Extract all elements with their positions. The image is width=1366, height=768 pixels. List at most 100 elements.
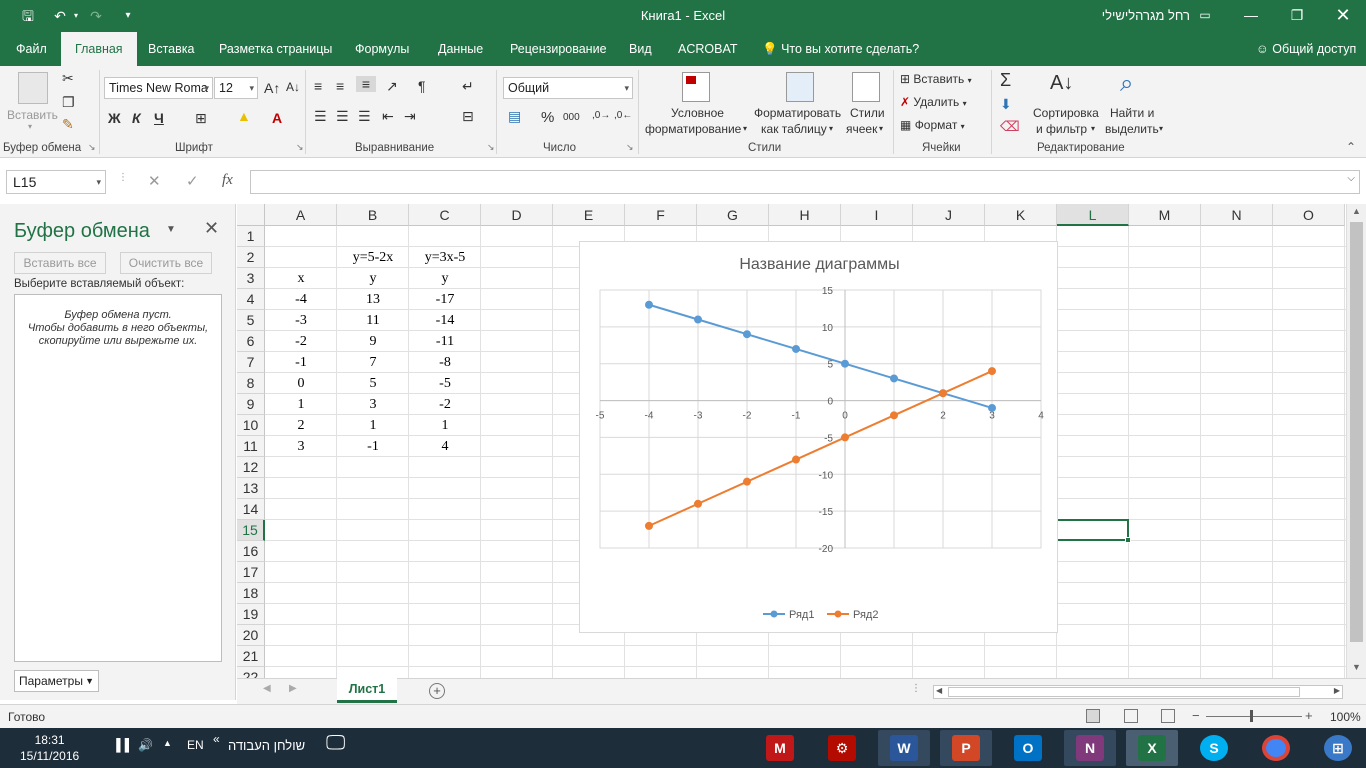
row-header-11[interactable]: 11 — [237, 436, 265, 457]
share-button[interactable]: ☺ Общий доступ — [1256, 32, 1356, 66]
row-header-8[interactable]: 8 — [237, 373, 265, 394]
conditional-formatting-label-2[interactable]: форматирование — [645, 122, 741, 136]
decrease-font-icon[interactable]: A↓ — [286, 80, 300, 94]
row-header-17[interactable]: 17 — [237, 562, 265, 583]
format-painter-icon[interactable]: ✎ — [62, 116, 74, 133]
start-button[interactable]: ⊞ — [1312, 730, 1364, 766]
vertical-scrollbar[interactable]: ▲ ▼ — [1346, 204, 1366, 678]
cell-b11[interactable]: -1 — [337, 436, 409, 457]
row-header-14[interactable]: 14 — [237, 499, 265, 520]
cell-b5[interactable]: 11 — [337, 310, 409, 331]
select-all-corner[interactable] — [237, 204, 265, 226]
zoom-out-icon[interactable]: − — [1192, 708, 1200, 723]
cell-styles-icon[interactable] — [852, 72, 880, 102]
cell-b4[interactable]: 13 — [337, 289, 409, 310]
zoom-slider[interactable] — [1206, 716, 1302, 717]
clear-icon[interactable]: ⌫ — [1000, 118, 1020, 135]
wrap-text-icon[interactable]: ↵ — [462, 78, 474, 95]
desktop-toolbar-label[interactable]: שולחן העבודה — [228, 738, 305, 753]
cell-styles-label-2[interactable]: ячеек — [846, 122, 877, 136]
bold-button[interactable]: Ж — [108, 110, 121, 126]
align-middle-icon[interactable]: ≡ — [336, 78, 344, 94]
column-header-i[interactable]: I — [841, 204, 913, 226]
number-format-select[interactable]: Общий ▾ — [503, 77, 633, 99]
fill-handle[interactable] — [1125, 537, 1131, 543]
align-right-icon[interactable]: ☰ — [358, 108, 371, 125]
decrease-decimal-icon[interactable]: ,0← — [614, 110, 632, 121]
column-header-f[interactable]: F — [625, 204, 697, 226]
sort-filter-icon[interactable]: A↓ — [1050, 72, 1073, 95]
sort-filter-label[interactable]: Сортировка — [1033, 106, 1099, 120]
percent-button[interactable]: % — [541, 109, 554, 126]
desktop-icon[interactable]: 🖵 — [326, 732, 345, 755]
align-center-icon[interactable]: ☰ — [336, 108, 349, 125]
options-button[interactable]: Параметры ▼ — [14, 670, 99, 692]
row-header-9[interactable]: 9 — [237, 394, 265, 415]
sheet-tab-active[interactable]: Лист1 — [337, 678, 397, 703]
pane-options-icon[interactable]: ▼ — [166, 224, 176, 235]
minimize-button[interactable]: — — [1228, 0, 1274, 32]
cell-a11[interactable]: 3 — [265, 436, 337, 457]
find-select-label-2[interactable]: выделить — [1105, 122, 1159, 136]
collapse-ribbon-icon[interactable]: ⌃ — [1346, 140, 1356, 154]
scroll-down-icon[interactable]: ▼ — [1347, 662, 1366, 678]
tab-formulas[interactable]: Формулы — [355, 32, 409, 66]
chevron-down-icon[interactable]: ▾ — [829, 124, 833, 133]
tab-page-layout[interactable]: Разметка страницы — [219, 32, 332, 66]
column-header-j[interactable]: J — [913, 204, 985, 226]
column-header-m[interactable]: M — [1129, 204, 1201, 226]
fill-color-icon[interactable]: ▲ — [237, 108, 251, 124]
increase-font-icon[interactable]: A↑ — [264, 80, 280, 96]
alignment-launcher-icon[interactable]: ↘ — [487, 142, 495, 153]
expand-formula-bar-icon[interactable]: ⌵ — [1347, 173, 1355, 184]
close-button[interactable]: ✕ — [1320, 0, 1366, 32]
taskbar-app-excel[interactable]: X — [1126, 730, 1178, 766]
zoom-slider-thumb[interactable] — [1250, 710, 1253, 722]
taskbar-app-mcafee[interactable]: M — [754, 730, 806, 766]
currency-icon[interactable]: ▤ — [508, 108, 521, 125]
format-cells-button[interactable]: ▦ Формат ▾ — [900, 118, 965, 132]
scroll-left-icon[interactable]: ◀ — [936, 686, 942, 695]
scroll-thumb[interactable] — [948, 687, 1300, 697]
conditional-formatting-icon[interactable] — [682, 72, 710, 102]
increase-indent-icon[interactable]: ⇥ — [404, 108, 416, 125]
user-name[interactable]: רחל מגרהלישילי — [1060, 8, 1190, 23]
scroll-up-icon[interactable]: ▲ — [1347, 206, 1366, 222]
taskbar-app-skype[interactable]: S — [1188, 730, 1240, 766]
fill-icon[interactable]: ⬇ — [1000, 96, 1012, 113]
font-color-icon[interactable]: A — [272, 110, 282, 126]
cell-a7[interactable]: -1 — [265, 352, 337, 373]
zoom-level[interactable]: 100% — [1330, 710, 1361, 724]
paste-icon[interactable] — [18, 72, 48, 104]
row-header-21[interactable]: 21 — [237, 646, 265, 667]
align-top-icon[interactable]: ≡ — [314, 78, 322, 94]
row-header-15[interactable]: 15 — [237, 520, 265, 541]
column-header-g[interactable]: G — [697, 204, 769, 226]
column-header-d[interactable]: D — [481, 204, 553, 226]
cell-b10[interactable]: 1 — [337, 415, 409, 436]
cell-c6[interactable]: -11 — [409, 331, 481, 352]
taskbar-app-powerpoint[interactable]: P — [940, 730, 992, 766]
chevron-icon[interactable]: « — [213, 732, 220, 746]
page-break-view-icon[interactable] — [1161, 709, 1175, 723]
horizontal-scrollbar[interactable]: ◀ ▶ — [933, 685, 1343, 699]
delete-cells-button[interactable]: ✗ Удалить ▾ — [900, 95, 967, 109]
insert-cells-button[interactable]: ⊞ Вставить ▾ — [900, 72, 972, 86]
scroll-right-icon[interactable]: ▶ — [1334, 686, 1340, 695]
cell-a6[interactable]: -2 — [265, 331, 337, 352]
row-header-22[interactable]: 22 — [237, 667, 265, 678]
find-select-icon[interactable]: ⌕ — [1120, 70, 1133, 98]
clock[interactable]: 18:31 15/11/2016 — [20, 732, 79, 764]
cell-styles-label[interactable]: Стили — [850, 106, 885, 120]
cell-a4[interactable]: -4 — [265, 289, 337, 310]
align-bottom-icon[interactable]: ≡ — [356, 76, 376, 92]
chevron-down-icon[interactable]: ▾ — [879, 124, 883, 133]
row-header-16[interactable]: 16 — [237, 541, 265, 562]
cell-b8[interactable]: 5 — [337, 373, 409, 394]
cut-icon[interactable]: ✂ — [62, 70, 74, 87]
underline-button[interactable]: Ч — [154, 110, 164, 126]
cell-c4[interactable]: -17 — [409, 289, 481, 310]
restore-button[interactable]: ❐ — [1274, 0, 1320, 32]
row-header-2[interactable]: 2 — [237, 247, 265, 268]
font-launcher-icon[interactable]: ↘ — [296, 142, 304, 153]
